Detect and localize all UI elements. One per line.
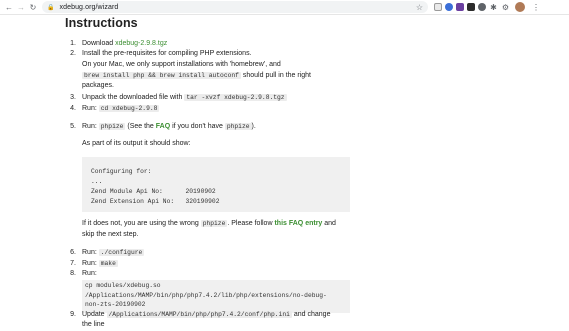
step-text: Install the pre-requisites for compiling… (82, 50, 252, 57)
list-item: 4. Run: cd xdebug-2.9.8 (65, 104, 160, 114)
step-text: On your Mac, we only support installatio… (82, 61, 281, 68)
forward-icon[interactable]: → (15, 1, 27, 13)
address-bar[interactable]: 🔒 xdebug.org/wizard ☆ (42, 1, 428, 13)
step-number: 6. (70, 249, 76, 256)
extension-icon[interactable] (478, 3, 486, 11)
inline-code: make (98, 260, 118, 267)
step-text: and (322, 220, 336, 227)
extension-icon[interactable] (467, 3, 475, 11)
step-text-line: If it does not, you are using the wrong … (82, 219, 336, 230)
inline-code: brew install php && brew install autocon… (82, 72, 241, 79)
faq-entry-link[interactable]: this FAQ entry (274, 220, 322, 227)
inline-code: phpize (98, 123, 126, 130)
step-number: 1. (70, 40, 76, 47)
extension-icon[interactable] (456, 3, 464, 11)
list-item: 3. Unpack the downloaded file with tar -x… (65, 93, 287, 103)
step-text-line: brew install php && brew install autocon… (82, 71, 311, 82)
list-item: 5. Run: phpize (See the FAQ if you don't … (65, 122, 256, 132)
list-item: 6. Run: ./configure (65, 248, 145, 258)
inline-code: /Applications/MAMP/bin/php/php7.4.2/conf… (106, 311, 292, 318)
step-text: Download (82, 40, 116, 47)
list-item: 7. Run: make (65, 259, 118, 269)
bookmark-star-icon[interactable]: ☆ (416, 3, 423, 12)
step-text: if you don't have (170, 123, 225, 130)
step-text: the line (82, 321, 105, 328)
step-text: (See the (125, 123, 156, 130)
back-icon[interactable]: ← (3, 1, 15, 13)
faq-link[interactable]: FAQ (156, 123, 170, 130)
inline-code: tar -xvzf xdebug-2.9.8.tgz (184, 94, 287, 101)
step-text: Run: (82, 260, 99, 267)
step-text: If it does not, you are using the wrong (82, 220, 201, 227)
step-number: 8. (70, 270, 76, 277)
step-number: 2. (70, 50, 76, 57)
lock-icon: 🔒 (47, 4, 55, 11)
step-text: skip the next step. (82, 231, 139, 238)
step-text: ). (251, 123, 256, 130)
list-item: 2. Install the pre-requisites for compili… (65, 49, 252, 59)
step-text: Update (82, 311, 107, 318)
download-link[interactable]: xdebug-2.9.8.tgz (115, 40, 167, 47)
extensions-bar: ✱ ⚙ ⋮ (434, 2, 540, 12)
inline-code: cd xdebug-2.9.8 (98, 105, 160, 112)
list-item: 1. Download xdebug-2.9.8.tgz (65, 39, 167, 49)
step-text: Run: (82, 105, 99, 112)
step-number: 5. (70, 123, 76, 130)
puzzle-extensions-icon[interactable]: ✱ (489, 3, 498, 12)
copy-command-code-block: cp modules/xdebug.so /Applications/MAMP/… (82, 280, 350, 313)
url-text: xdebug.org/wizard (59, 3, 119, 11)
menu-icon[interactable]: ⋮ (532, 3, 540, 12)
avatar[interactable] (515, 2, 525, 12)
inline-code: ./configure (98, 249, 145, 256)
expected-output-code-block: Configuring for: ... Zend Module Api No:… (82, 157, 350, 212)
extension-icon[interactable]: ⚙ (501, 3, 510, 12)
step-text: Run: (82, 249, 99, 256)
step-text: and change (291, 311, 331, 318)
step-text: . Please follow (227, 220, 275, 227)
list-item: 8. Run: (65, 269, 97, 279)
inline-code: phpize (200, 220, 228, 227)
step-text: Unpack the downloaded file with (82, 94, 185, 101)
page-title: Instructions (65, 16, 138, 30)
reload-icon[interactable]: ↻ (27, 1, 39, 13)
list-item: 9. Update /Applications/MAMP/bin/php/php7… (65, 310, 330, 320)
step-text: packages. (82, 82, 114, 89)
step-number: 3. (70, 94, 76, 101)
extension-icon[interactable] (434, 3, 442, 11)
step-number: 9. (70, 311, 76, 318)
step-text: Run: (82, 270, 97, 277)
browser-toolbar: ← → ↻ 🔒 xdebug.org/wizard ☆ ✱ ⚙ ⋮ (0, 0, 569, 15)
step-number: 7. (70, 260, 76, 267)
step-text: As part of its output it should show: (82, 140, 191, 147)
inline-code: phpize (224, 123, 252, 130)
extension-icon[interactable] (445, 3, 453, 11)
step-text: should pull in the right (240, 72, 311, 79)
step-number: 4. (70, 105, 76, 112)
step-text: Run: (82, 123, 99, 130)
